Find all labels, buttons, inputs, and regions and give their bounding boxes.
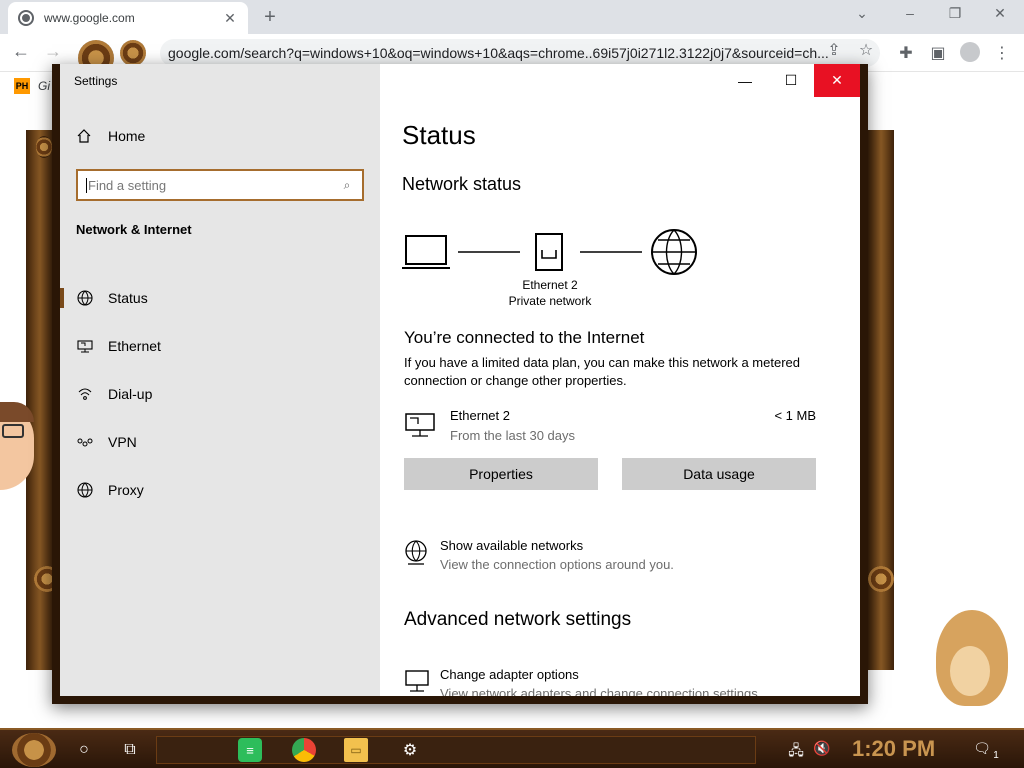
home-label: Home <box>108 128 146 144</box>
url-text: google.com/search?q=windows+10&oq=window… <box>168 45 829 61</box>
steampunk-gear-icon <box>868 566 894 592</box>
show-networks-subtitle: View the connection options around you. <box>440 557 674 572</box>
extensions-puzzle-icon[interactable]: ✚ <box>896 43 916 63</box>
tab-close-icon[interactable]: ✕ <box>222 10 238 27</box>
steampunk-gear-icon <box>120 40 146 66</box>
adapter-period: From the last 30 days <box>450 428 575 443</box>
cartoon-hamster-belly <box>950 646 990 696</box>
task-view-icon[interactable]: ⧉ <box>118 738 142 762</box>
file-explorer-icon[interactable]: ▭ <box>344 738 368 762</box>
steampunk-gear-icon <box>36 136 52 158</box>
connected-description: If you have a limited data plan, you can… <box>404 355 800 388</box>
change-adapter-subtitle: View network adapters and change connect… <box>440 686 762 696</box>
chrome-icon[interactable] <box>292 738 316 762</box>
adapter-name: Ethernet 2 <box>450 408 510 423</box>
network-status-heading: Network status <box>402 174 522 194</box>
globe-network-icon <box>405 540 427 565</box>
browser-menu-icon[interactable]: ⋮ <box>992 43 1012 63</box>
side-panel-icon[interactable]: ▣ <box>928 43 948 63</box>
sidebar-item-label: Dial-up <box>108 386 153 402</box>
taskbar: ○ ⧉ ≡ ▭ ⚙ 🖧 🔇 1:20 PM 🗨 1 <box>0 728 1024 768</box>
settings-nav-list: Status Ethernet Dial-up VPN Proxy <box>60 274 380 514</box>
adapter-usage-row: Ethernet 2 From the last 30 days < 1 MB <box>404 408 816 448</box>
volume-muted-icon[interactable]: 🔇 <box>812 740 832 757</box>
network-status-diagram: Ethernet 2 Private network <box>402 228 702 318</box>
page-title: Status <box>402 120 476 150</box>
data-usage-button[interactable]: Data usage <box>622 458 816 490</box>
diagram-adapter-name: Ethernet 2 <box>522 278 578 292</box>
share-icon[interactable]: ⇪ <box>824 40 844 60</box>
globe-icon <box>77 482 93 498</box>
sidebar-item-label: Status <box>108 290 148 306</box>
settings-gear-icon[interactable]: ⚙ <box>398 738 422 762</box>
settings-sidebar: Settings Home Find a setting ⌕ Network &… <box>60 64 380 696</box>
show-networks-title: Show available networks <box>440 538 584 553</box>
change-adapter-title: Change adapter options <box>440 667 579 682</box>
network-tray-icon[interactable]: 🖧 <box>786 740 806 764</box>
bookmark-favicon[interactable]: PH <box>14 78 30 94</box>
search-placeholder: Find a setting <box>86 177 340 193</box>
sidebar-item-vpn[interactable]: VPN <box>60 418 380 466</box>
taskbar-clock[interactable]: 1:20 PM <box>852 736 935 762</box>
globe-status-icon <box>77 290 93 306</box>
profile-avatar[interactable] <box>960 42 980 62</box>
cortana-search-icon[interactable]: ○ <box>72 738 96 762</box>
address-bar[interactable]: google.com/search?q=windows+10&oq=window… <box>160 39 880 67</box>
find-setting-search-box[interactable]: Find a setting ⌕ <box>76 169 364 201</box>
back-arrow-icon[interactable]: ← <box>10 41 32 62</box>
properties-button[interactable]: Properties <box>404 458 598 490</box>
sidebar-item-label: Proxy <box>108 482 144 498</box>
bookmark-label[interactable]: Gi <box>38 79 50 93</box>
search-icon: ⌕ <box>343 177 351 192</box>
new-tab-button[interactable]: + <box>260 6 280 29</box>
settings-window-body: Settings Home Find a setting ⌕ Network &… <box>60 64 860 696</box>
browser-minimize-icon[interactable]: – <box>900 5 920 21</box>
settings-window-title: Settings <box>74 74 118 88</box>
sidebar-item-label: VPN <box>108 434 137 450</box>
advanced-settings-heading: Advanced network settings <box>404 609 632 630</box>
tab-search-chevron-icon[interactable]: ⌄ <box>852 5 872 22</box>
sidebar-item-proxy[interactable]: Proxy <box>60 466 380 514</box>
diagram-network-type: Private network <box>508 294 592 308</box>
forward-arrow-icon[interactable]: → <box>42 41 64 62</box>
tab-title: www.google.com <box>44 11 135 25</box>
adapter-data-usage: < 1 MB <box>774 408 816 423</box>
maximize-button[interactable]: ☐ <box>768 64 814 97</box>
minimize-button[interactable]: — <box>722 64 768 97</box>
sidebar-item-status[interactable]: Status <box>60 274 380 322</box>
show-available-networks-link[interactable]: Show available networks View the connect… <box>404 538 824 578</box>
section-title: Network & Internet <box>76 222 192 237</box>
browser-tab[interactable]: www.google.com ✕ <box>8 2 248 34</box>
notification-count-badge: 1 <box>993 750 999 761</box>
settings-window: Settings Home Find a setting ⌕ Network &… <box>52 64 868 704</box>
change-adapter-options-link[interactable]: Change adapter options View network adap… <box>404 667 824 696</box>
sidebar-item-dialup[interactable]: Dial-up <box>60 370 380 418</box>
adapter-options-icon <box>405 670 429 692</box>
sidebar-item-label: Ethernet <box>108 338 161 354</box>
vpn-icon <box>77 438 93 447</box>
cartoon-man-glasses <box>2 424 24 438</box>
browser-restore-icon[interactable]: ❐ <box>945 5 965 22</box>
sticky-notes-icon[interactable]: ≡ <box>238 738 262 762</box>
connected-heading: You’re connected to the Internet <box>404 328 645 347</box>
laptop-icon <box>402 235 450 269</box>
browser-close-icon[interactable]: ✕ <box>990 5 1010 22</box>
sidebar-item-ethernet[interactable]: Ethernet <box>60 322 380 370</box>
close-button[interactable]: ✕ <box>814 64 860 97</box>
ethernet-adapter-icon <box>405 413 435 437</box>
home-icon <box>77 129 91 143</box>
ethernet-port-icon <box>535 233 563 271</box>
start-button[interactable] <box>12 733 56 767</box>
ethernet-icon <box>77 340 93 353</box>
dialup-icon <box>78 388 92 400</box>
browser-tab-strip: www.google.com ✕ + ⌄ – ❐ ✕ <box>0 0 1024 34</box>
home-nav-item[interactable]: Home <box>76 128 145 144</box>
internet-globe-icon <box>651 229 697 275</box>
bookmark-star-icon[interactable]: ☆ <box>856 40 876 60</box>
site-favicon-icon <box>18 10 34 26</box>
